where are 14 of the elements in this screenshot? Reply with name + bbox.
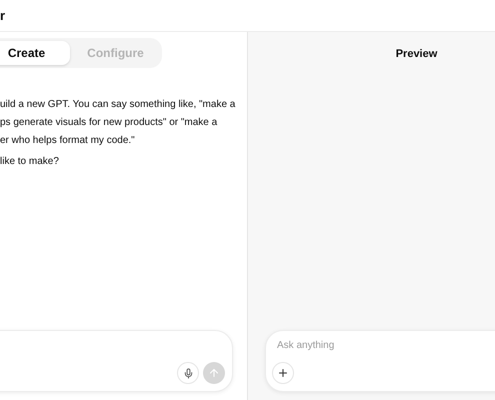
message-text: uild a new GPT. You can say something like, "make a	[0, 98, 236, 112]
chat-composer[interactable]: Ask anything	[265, 330, 495, 392]
message-text: like to make?	[0, 155, 60, 169]
message-text: ps generate visuals for new products" or "make a	[0, 116, 218, 130]
chat-input[interactable]: Ask anything	[277, 338, 495, 353]
plus-icon	[277, 367, 289, 379]
arrow-up-icon	[208, 367, 220, 379]
message-text: er who helps format my code."	[0, 134, 136, 148]
preview-title: Preview	[396, 46, 438, 62]
microphone-button[interactable]	[177, 362, 199, 384]
page-title: r	[0, 6, 6, 25]
tab[interactable]: Create	[0, 41, 70, 65]
add-button[interactable]	[272, 362, 294, 384]
microphone-icon	[182, 368, 194, 378]
